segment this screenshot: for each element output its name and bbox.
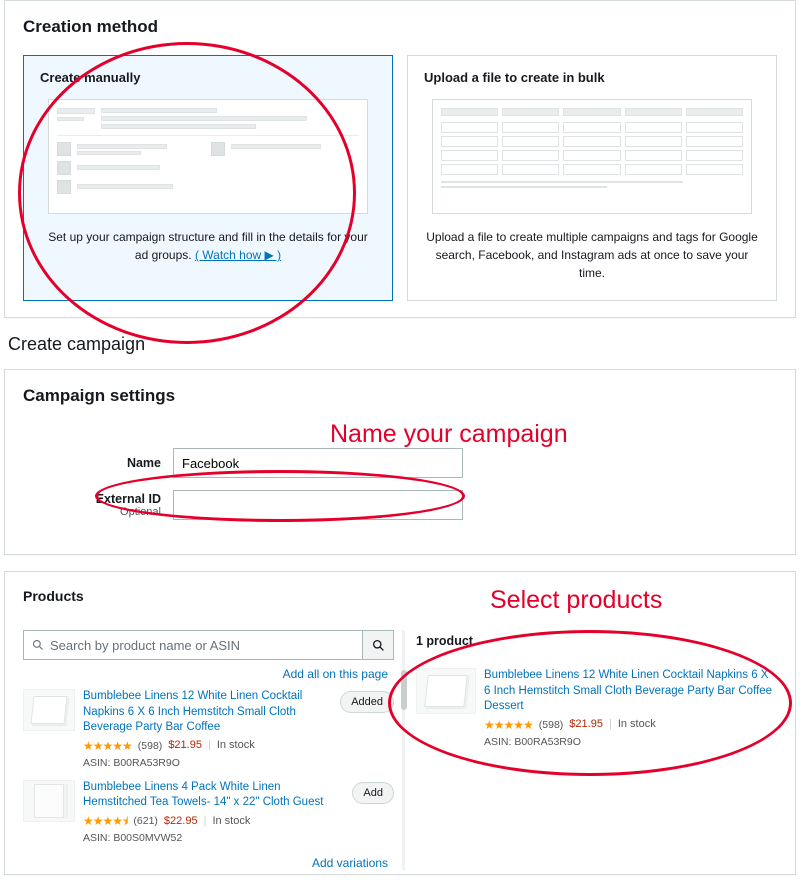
product-price: $21.95 xyxy=(168,738,202,753)
create-campaign-heading: Create campaign xyxy=(8,334,800,355)
upload-file-desc: Upload a file to create multiple campaig… xyxy=(424,228,760,282)
external-id-optional: Optional xyxy=(73,506,161,518)
create-manually-card[interactable]: Create manually xyxy=(23,55,393,301)
product-info: Bumblebee Linens 4 Pack White Linen Hems… xyxy=(83,780,344,845)
external-id-row: External ID Optional xyxy=(73,490,777,520)
search-icon xyxy=(372,639,385,652)
product-title-link[interactable]: Bumblebee Linens 12 White Linen Cocktail… xyxy=(484,668,777,715)
product-asin: ASIN: B00RA53R9O xyxy=(83,756,332,770)
external-id-label-text: External ID xyxy=(96,492,161,506)
search-icon xyxy=(32,639,44,651)
product-meta: ★★★★⯨(621) $22.95 | In stock xyxy=(83,813,344,829)
selected-count: 1 product xyxy=(416,634,777,648)
product-search-placeholder: Search by product name or ASIN xyxy=(50,638,240,653)
external-id-label: External ID Optional xyxy=(73,492,173,518)
upload-file-card[interactable]: Upload a file to create in bulk xyxy=(407,55,777,301)
product-title-link[interactable]: Bumblebee Linens 12 White Linen Cocktail… xyxy=(83,689,332,736)
creation-method-heading: Creation method xyxy=(23,17,777,37)
creation-method-panel: Creation method Create manually xyxy=(4,0,796,318)
product-asin: ASIN: B00S0MVW52 xyxy=(83,831,344,845)
star-rating-icon: ★★★★★ xyxy=(83,738,132,754)
campaign-settings-heading: Campaign settings xyxy=(23,386,777,406)
product-search-result: Bumblebee Linens 4 Pack White Linen Hems… xyxy=(23,780,394,845)
review-count: (621) xyxy=(133,814,158,828)
product-thumbnail xyxy=(23,689,75,731)
product-asin: ASIN: B00RA53R9O xyxy=(484,735,777,749)
products-search-column: Search by product name or ASIN Add all o… xyxy=(23,630,400,870)
add-all-link[interactable]: Add all on this page xyxy=(283,667,388,681)
upload-file-thumb xyxy=(432,99,752,214)
campaign-settings-panel: Campaign settings Name External ID Optio… xyxy=(4,369,796,555)
selected-product: Bumblebee Linens 12 White Linen Cocktail… xyxy=(416,668,777,749)
product-meta: ★★★★★(598) $21.95 | In stock xyxy=(484,717,777,733)
product-price: $21.95 xyxy=(569,717,603,732)
review-count: (598) xyxy=(539,718,564,732)
stock-status: In stock xyxy=(217,738,255,753)
product-thumbnail xyxy=(416,668,476,714)
create-manually-thumb xyxy=(48,99,368,214)
product-info: Bumblebee Linens 12 White Linen Cocktail… xyxy=(484,668,777,749)
selected-products-column: 1 product Bumblebee Linens 12 White Line… xyxy=(400,630,777,870)
add-all-row: Add all on this page xyxy=(23,666,388,681)
product-search-input[interactable]: Search by product name or ASIN xyxy=(23,630,362,660)
product-title-link[interactable]: Bumblebee Linens 4 Pack White Linen Hems… xyxy=(83,780,344,811)
products-heading: Products xyxy=(23,588,777,604)
product-meta: ★★★★★(598) $21.95 | In stock xyxy=(83,738,332,754)
external-id-input[interactable] xyxy=(173,490,463,520)
add-product-button[interactable]: Add xyxy=(352,782,394,804)
added-badge: Added xyxy=(340,691,394,713)
star-rating-icon: ★★★★★ xyxy=(484,717,533,733)
product-search-button[interactable] xyxy=(362,630,394,660)
creation-method-options: Create manually xyxy=(23,55,777,301)
add-variations-link[interactable]: Add variations xyxy=(312,856,388,870)
products-body: Search by product name or ASIN Add all o… xyxy=(23,630,777,870)
product-price: $22.95 xyxy=(164,814,198,829)
products-panel: Products Search by product name or ASIN … xyxy=(4,571,796,875)
campaign-name-input[interactable] xyxy=(173,448,463,478)
product-thumbnail xyxy=(23,780,75,822)
review-count: (598) xyxy=(138,739,163,753)
product-info: Bumblebee Linens 12 White Linen Cocktail… xyxy=(83,689,332,770)
name-label: Name xyxy=(73,456,173,470)
star-rating-icon: ★★★★⯨ xyxy=(83,813,127,829)
product-search-wrap: Search by product name or ASIN xyxy=(23,630,394,660)
product-search-result: Bumblebee Linens 12 White Linen Cocktail… xyxy=(23,689,394,770)
create-manually-title: Create manually xyxy=(40,70,376,85)
stock-status: In stock xyxy=(212,814,250,829)
stock-status: In stock xyxy=(618,717,656,732)
column-scrollbar[interactable] xyxy=(400,630,408,870)
watch-how-link[interactable]: ( Watch how ▶ ) xyxy=(195,248,281,262)
create-manually-desc: Set up your campaign structure and fill … xyxy=(40,228,376,264)
add-variations-row: Add variations xyxy=(23,855,388,870)
name-row: Name xyxy=(73,448,777,478)
upload-file-title: Upload a file to create in bulk xyxy=(424,70,760,85)
